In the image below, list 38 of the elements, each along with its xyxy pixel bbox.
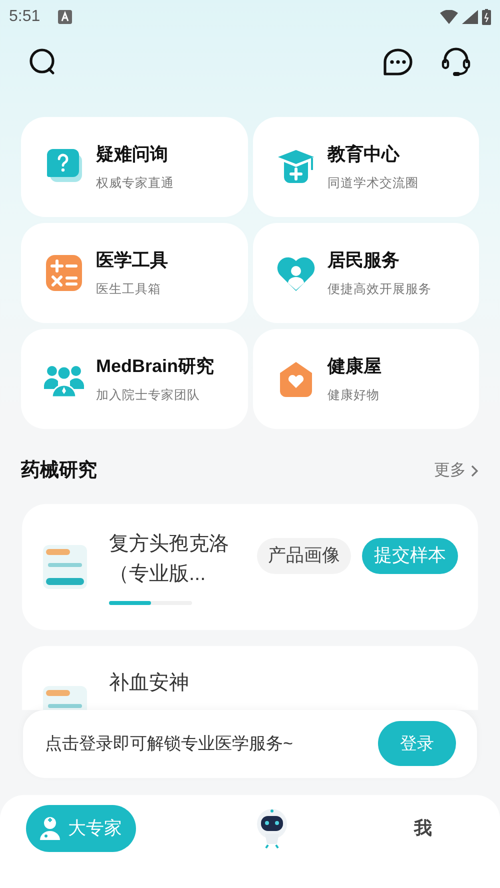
product-name: 补血安神 xyxy=(109,670,189,696)
service-subtitle: 同道学术交流圈 xyxy=(328,175,418,192)
service-card[interactable]: 健康屋 健康好物 xyxy=(252,329,479,429)
service-subtitle: 权威专家直通 xyxy=(96,175,174,192)
login-banner[interactable]: 点击登录即可解锁专业医学服务~ 登录 xyxy=(23,710,477,778)
wifi-icon xyxy=(440,10,458,24)
notification-icon xyxy=(58,10,72,24)
service-title: 教育中心 xyxy=(328,143,401,166)
service-card[interactable]: 医学工具 医生工具箱 xyxy=(21,223,248,323)
signal-icon xyxy=(462,10,478,24)
service-card[interactable]: 教育中心 同道学术交流圈 xyxy=(252,117,479,217)
product-tag[interactable]: 产品画像 xyxy=(257,538,351,574)
service-card[interactable]: MedBrain研究 加入院士专家团队 xyxy=(21,329,248,429)
headset-icon xyxy=(440,46,472,78)
service-subtitle: 医生工具箱 xyxy=(96,281,162,298)
more-link[interactable]: 更多 xyxy=(434,459,479,484)
service-title: MedBrain研究 xyxy=(96,355,214,378)
nav-tab[interactable]: 我 xyxy=(408,804,438,852)
calculator-icon xyxy=(44,253,84,293)
service-subtitle: 健康好物 xyxy=(328,387,380,404)
status-time: 5:51 xyxy=(9,7,40,27)
login-prompt: 点击登录即可解锁专业医学服务~ xyxy=(45,732,293,755)
service-title: 居民服务 xyxy=(328,249,400,272)
product-card[interactable]: 复方头孢克洛（专业版... 产品画像 提交样本 xyxy=(22,504,478,630)
doctor-icon xyxy=(40,816,60,840)
service-title: 健康屋 xyxy=(328,355,382,378)
service-title: 医学工具 xyxy=(96,249,168,272)
chevron-right-icon xyxy=(470,464,479,478)
service-subtitle: 便捷高效开展服务 xyxy=(328,281,432,298)
product-name: 复方头孢克洛（专业版... xyxy=(109,532,230,586)
service-subtitle: 加入院士专家团队 xyxy=(96,387,201,404)
service-card[interactable]: 居民服务 便捷高效开展服务 xyxy=(252,223,479,323)
battery-icon xyxy=(482,9,491,25)
service-title: 疑难问询 xyxy=(96,143,169,166)
service-card[interactable]: 疑难问询 权威专家直通 xyxy=(21,117,248,217)
product-card[interactable]: 补血安神 xyxy=(22,646,478,710)
chat-bubble-icon xyxy=(382,47,414,77)
section-title: 药械研究 xyxy=(21,458,97,483)
